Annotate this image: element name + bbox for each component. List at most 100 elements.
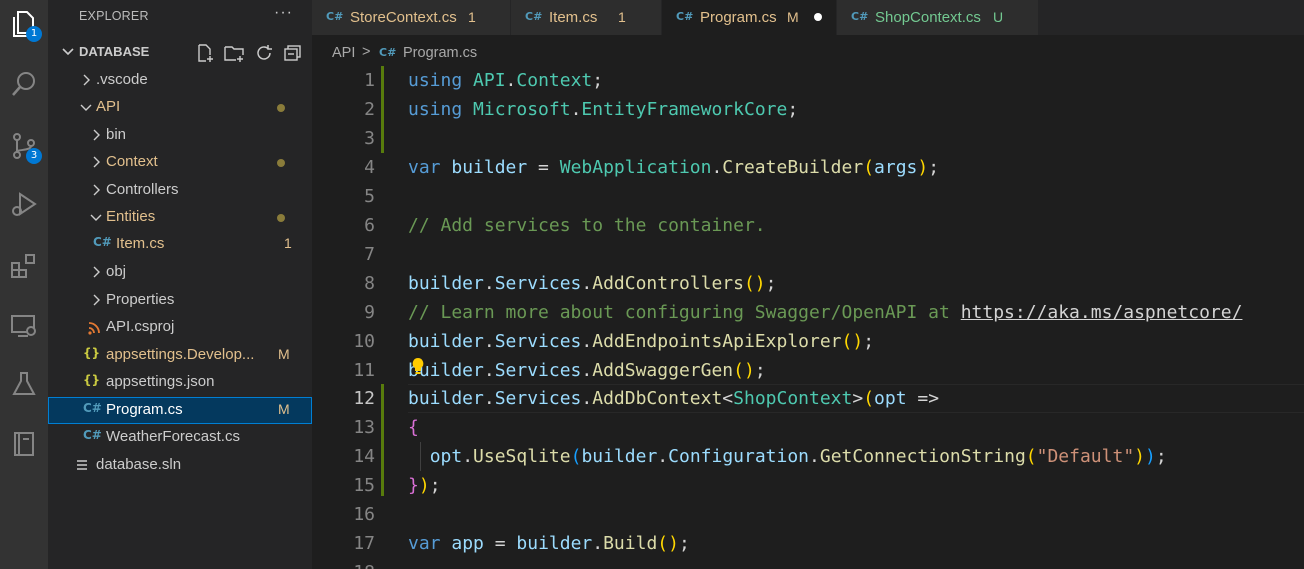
csharp-file-icon: C# [326,10,344,23]
tree-item-api-csproj[interactable]: API.csproj [48,314,312,341]
code-link[interactable]: https://aka.ms/aspnetcore/ [961,302,1243,323]
code-line: using API.Context; [408,70,604,91]
chevron-down-icon [62,48,74,56]
explorer-title: EXPLORER [79,9,149,23]
notebook-icon[interactable] [0,420,48,468]
code-line: var builder = WebApplication.CreateBuild… [408,157,940,178]
tree-item-label: API [96,98,121,115]
source-control-icon[interactable]: 3 [0,122,48,170]
tab-label: StoreContext.cs [350,9,457,26]
workspace-section-header[interactable]: DATABASE [48,40,312,66]
tab-shopcontext[interactable]: C# ShopContext.cs U [837,0,1039,35]
csharp-file-icon: C# [851,10,869,23]
search-icon[interactable] [0,60,48,108]
chevron-right-icon [93,294,100,306]
code-line: { [408,417,419,438]
unsaved-dot-icon[interactable] [814,13,822,21]
code-line: builder.Services.AddSwaggerGen(); [408,360,766,381]
line-number: 6 [364,215,375,236]
tree-item-properties-folder[interactable]: Properties [48,287,312,314]
tree-item-entities-folder[interactable]: Entities [48,204,312,231]
breadcrumb-file[interactable]: Program.cs [403,45,477,61]
tree-item-database-sln[interactable]: database.sln [48,452,312,479]
line-number: 13 [353,417,375,438]
line-number: 16 [353,504,375,525]
tab-storecontext[interactable]: C# StoreContext.cs 1 [312,0,511,35]
workspace-name: DATABASE [79,44,150,59]
csharp-file-icon: C# [83,428,102,442]
tree-item-api-folder[interactable]: API [48,94,312,121]
line-number: 8 [364,273,375,294]
new-folder-icon[interactable] [223,42,245,64]
code-line: // Learn more about configuring Swagger/… [408,302,1243,323]
tree-item-vscode-folder[interactable]: .vscode [48,67,312,94]
tab-item[interactable]: C# Item.cs 1 [511,0,662,35]
line-number: 2 [364,99,375,120]
tree-item-appsettings-json[interactable]: {} appsettings.json [48,369,312,396]
line-number: 18 [312,558,375,569]
refresh-icon[interactable] [253,42,275,64]
breadcrumb: API > C# Program.cs [312,40,1304,64]
tab-problem-count: 1 [618,9,626,25]
extensions-icon[interactable] [0,242,48,290]
rss-file-icon [88,322,100,335]
line-number: 5 [364,186,375,207]
activity-bar: 1 3 [0,0,48,569]
run-debug-icon[interactable] [0,180,48,228]
source-control-badge: 3 [26,148,42,164]
chevron-right-icon [83,74,90,86]
tree-item-label: Entities [106,208,156,225]
remote-explorer-icon[interactable] [0,302,48,350]
tree-item-context-folder[interactable]: Context [48,149,312,176]
tab-problem-count: 1 [468,9,476,25]
tab-program[interactable]: C# Program.cs M [662,0,837,35]
line-number: 4 [364,157,375,178]
tree-item-appsettings-development[interactable]: {} appsettings.Develop... M [48,342,312,369]
modified-dot [277,159,285,167]
line-number: 3 [364,128,375,149]
tree-item-label: obj [106,263,127,280]
line-number: 9 [364,302,375,323]
code-line: var app = builder.Build(); [408,533,690,554]
code-line: builder.Services.AddEndpointsApiExplorer… [408,331,875,352]
tree-item-label: bin [106,126,127,143]
code-editor[interactable]: 1 using API.Context; 2 using Microsoft.E… [312,66,1304,569]
code-line: using Microsoft.EntityFrameworkCore; [408,99,799,120]
tree-item-weatherforecast-cs[interactable]: C# WeatherForecast.cs [48,424,312,451]
git-status-modified: M [278,401,290,417]
explorer-sidebar: EXPLORER ··· DATABASE .vscode API bin Co… [48,0,312,569]
code-line: opt.UseSqlite(builder.Configuration.GetC… [429,446,1167,467]
line-number: 11 [353,360,375,381]
tree-item-item-cs[interactable]: C# Item.cs 1 [48,231,312,258]
more-actions-button[interactable]: ··· [274,4,293,22]
new-file-icon[interactable] [194,42,216,64]
tree-item-controllers-folder[interactable]: Controllers [48,177,312,204]
line-number: 15 [353,475,375,496]
lightbulb-icon[interactable] [410,357,426,375]
breadcrumb-folder[interactable]: API [332,45,355,61]
lines-file-icon [77,460,87,470]
csharp-file-icon: C# [83,401,102,415]
code-line: builder.Services.AddControllers(); [408,273,777,294]
tree-item-label: WeatherForecast.cs [106,428,240,445]
testing-icon[interactable] [0,360,48,408]
json-file-icon: {} [83,373,101,387]
explorer-icon[interactable]: 1 [0,0,48,48]
editor-tabs: C# StoreContext.cs 1 C# Item.cs 1 C# Pro… [312,0,1304,35]
problem-count: 1 [284,235,292,251]
csharp-file-icon: C# [525,10,543,23]
csharp-file-icon: C# [676,10,694,23]
collapse-all-icon[interactable] [282,42,304,64]
chevron-down-icon [80,104,92,111]
tree-item-program-cs[interactable]: C# Program.cs M [48,397,312,424]
tree-item-label: appsettings.Develop... [106,346,255,363]
modified-dot [277,214,285,222]
json-file-icon: {} [83,346,101,360]
tree-item-label: Context [106,153,158,170]
tree-item-obj-folder[interactable]: obj [48,259,312,286]
tree-item-bin-folder[interactable]: bin [48,122,312,149]
tree-item-label: Controllers [106,181,179,198]
tab-label: Program.cs [700,9,777,26]
tree-item-label: database.sln [96,456,182,473]
breadcrumb-separator: > [362,44,371,60]
